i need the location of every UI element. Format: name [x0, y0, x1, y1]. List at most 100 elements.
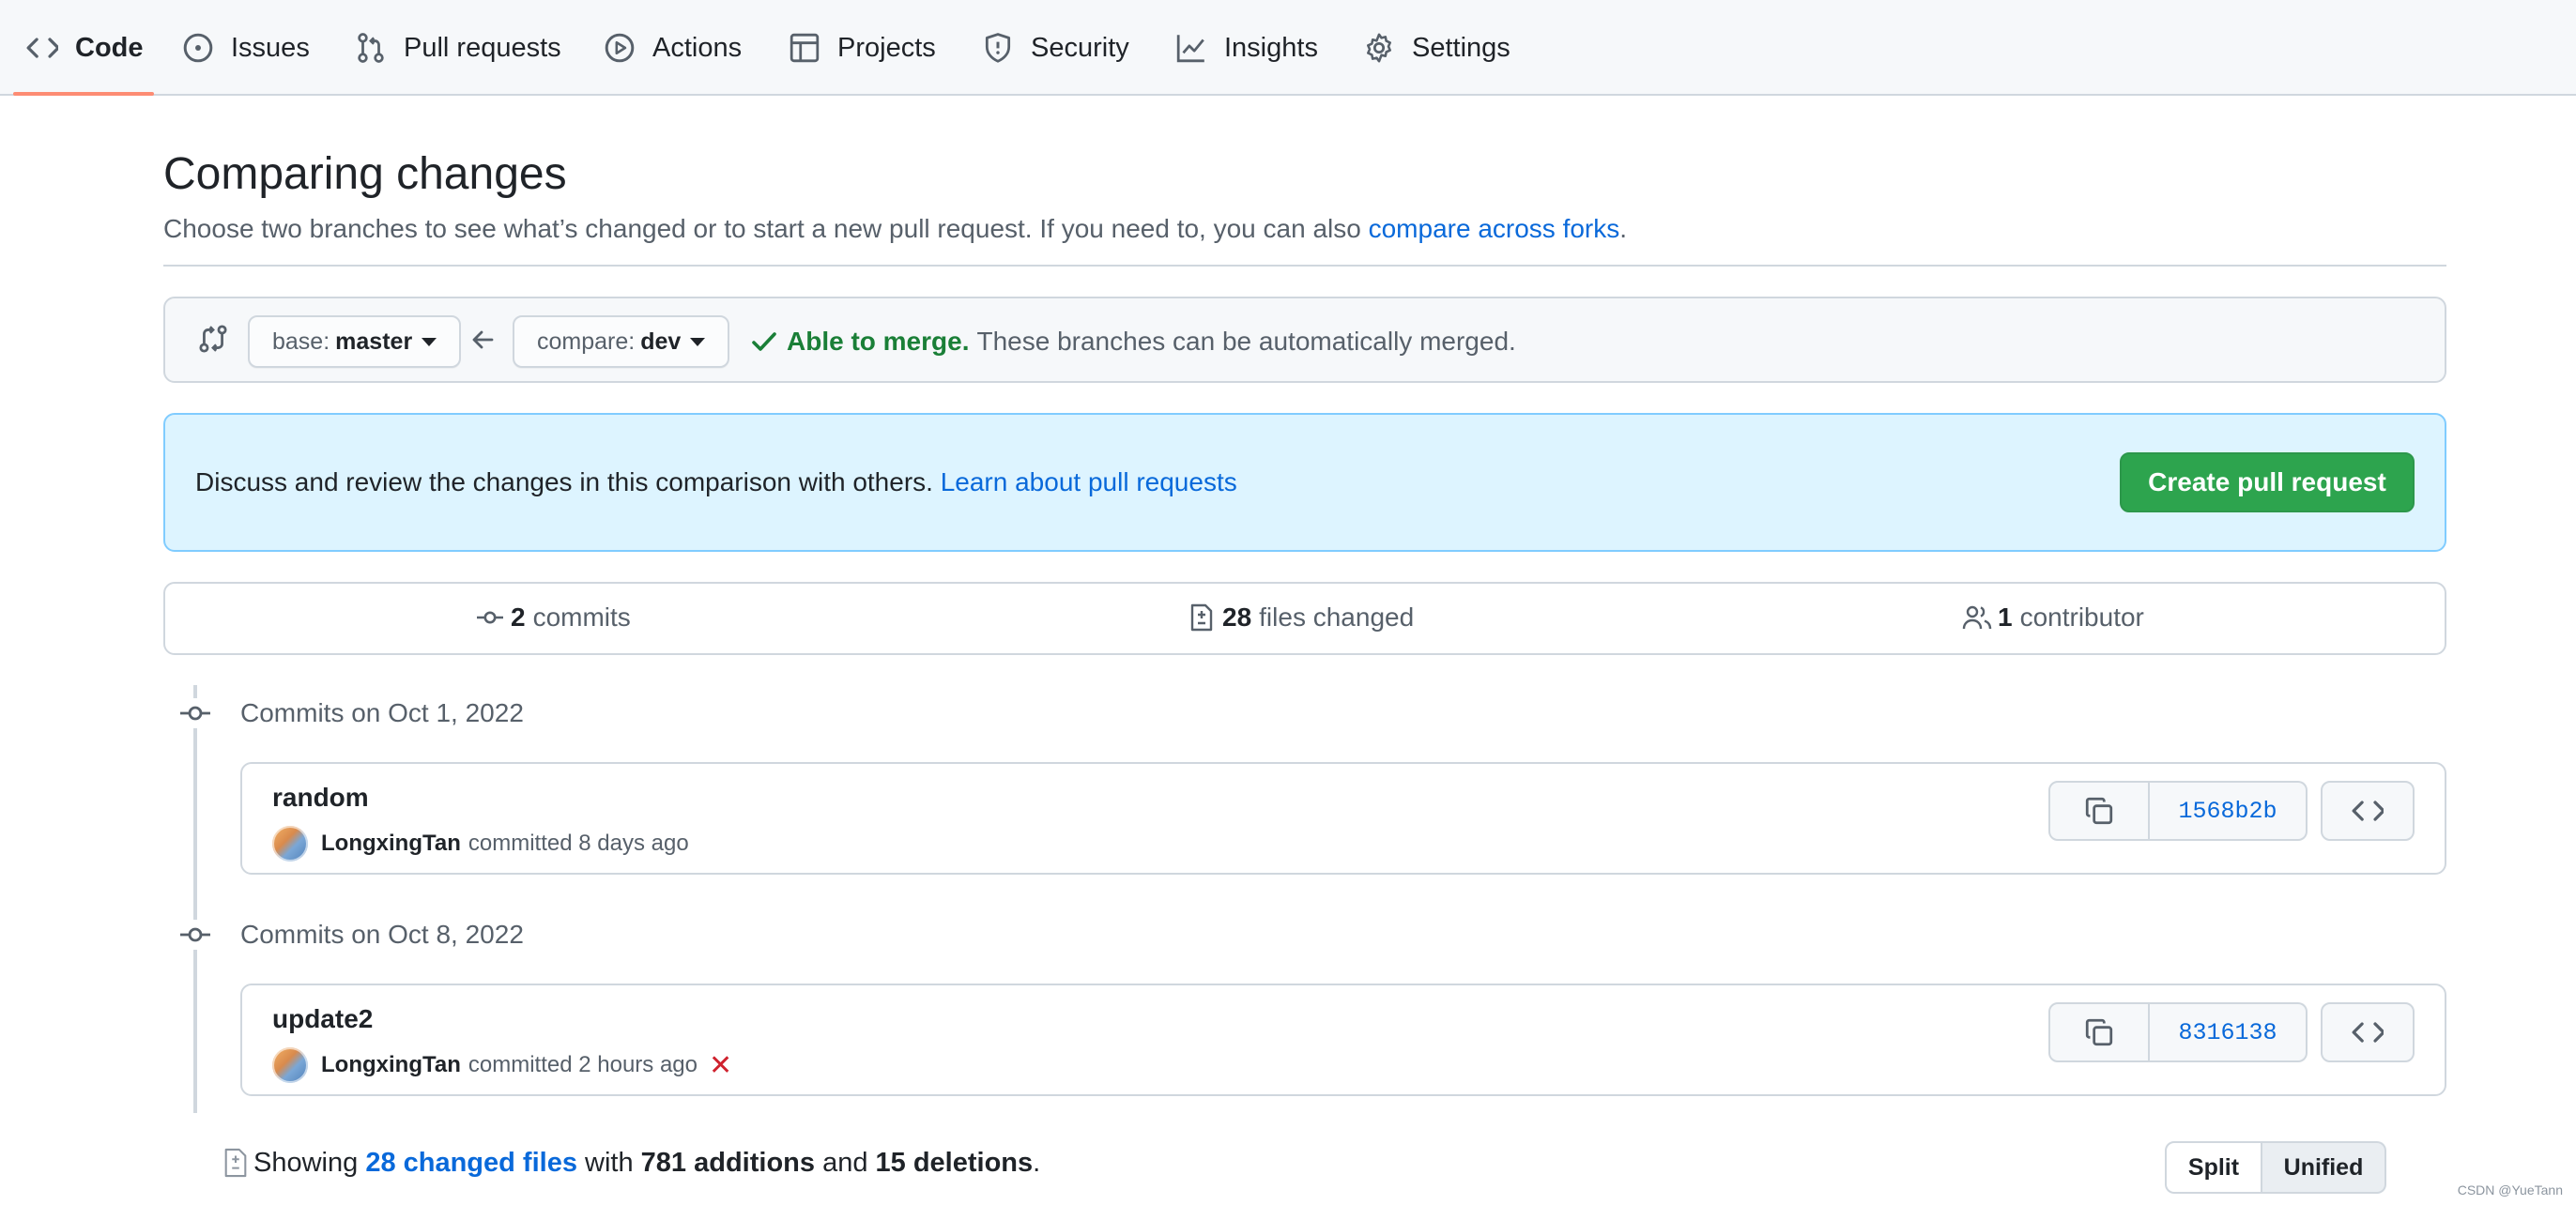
pull-request-blankslate: Discuss and review the changes in this c… — [163, 413, 2446, 552]
blankslate-text: Discuss and review the changes in this c… — [195, 467, 1237, 497]
shield-icon — [985, 33, 1011, 63]
copy-sha-button[interactable] — [2048, 1002, 2150, 1062]
contributors-label: contributor — [2019, 602, 2144, 632]
active-tab-indicator — [13, 92, 154, 96]
subtitle-text: Choose two branches to see what’s change… — [163, 214, 1369, 243]
checks-failed-x-icon[interactable]: ✕ — [709, 1049, 732, 1082]
watermark: CSDN @YueTann — [2457, 1182, 2563, 1197]
compare-across-forks-link[interactable]: compare across forks — [1369, 214, 1620, 243]
tab-issues[interactable]: Issues — [182, 0, 310, 96]
compare-branch-name: dev — [640, 328, 682, 355]
arrow-left-icon — [472, 330, 494, 349]
commit-item: update2 LongxingTan committed 2 hours ag… — [240, 984, 2446, 1096]
additions-count: 781 additions — [640, 1147, 815, 1178]
commit-meta: LongxingTan committed 2 hours ago ✕ — [272, 1047, 732, 1083]
contributors-summary[interactable]: 1 contributor — [1962, 602, 2144, 633]
git-commit-icon — [477, 611, 503, 624]
commit-time: committed 8 days ago — [468, 831, 689, 856]
file-diff-icon — [224, 1148, 247, 1178]
browse-repo-button[interactable] — [2321, 781, 2415, 841]
caret-down-icon — [690, 337, 706, 346]
copy-sha-button[interactable] — [2048, 781, 2150, 841]
tab-settings[interactable]: Settings — [1363, 0, 1510, 96]
deletions-count: 15 deletions — [875, 1147, 1034, 1178]
commit-author[interactable]: LongxingTan — [321, 831, 461, 857]
tab-label: Issues — [231, 32, 310, 63]
tab-actions[interactable]: Actions — [604, 0, 742, 96]
diff-with-label: with — [585, 1147, 634, 1178]
commits-count: 2 — [511, 602, 526, 632]
commit-time: committed 2 hours ago — [468, 1052, 698, 1077]
git-compare-icon — [199, 325, 227, 353]
avatar[interactable] — [272, 826, 308, 862]
commit-author[interactable]: LongxingTan — [321, 1052, 461, 1078]
tab-label: Security — [1031, 32, 1129, 63]
copy-icon — [2085, 797, 2113, 825]
split-view-button[interactable]: Split — [2165, 1141, 2262, 1194]
diff-view-toggle: Split Unified — [2165, 1141, 2386, 1194]
diff-showing-label: Showing — [253, 1147, 359, 1178]
commit-item: random LongxingTan committed 8 days ago … — [240, 762, 2446, 875]
diff-summary: Showing 28 changed files with 781 additi… — [222, 1147, 1040, 1179]
base-branch-name: master — [335, 328, 413, 355]
commit-group-date: Commits on Oct 8, 2022 — [240, 920, 524, 949]
table-icon — [790, 33, 820, 63]
page-subtitle: Choose two branches to see what’s change… — [163, 214, 1627, 244]
base-branch-select[interactable]: base: master — [248, 315, 462, 368]
browse-repo-button[interactable] — [2321, 1002, 2415, 1062]
code-icon — [2352, 801, 2384, 821]
tab-pull-requests[interactable]: Pull requests — [355, 0, 561, 96]
tab-label: Projects — [837, 32, 936, 63]
timeline-line — [193, 685, 197, 1113]
caret-down-icon — [422, 337, 437, 346]
tab-security[interactable]: Security — [982, 0, 1129, 96]
diff-and-label: and — [822, 1147, 868, 1178]
unified-view-button[interactable]: Unified — [2262, 1141, 2386, 1194]
divider — [163, 265, 2446, 267]
avatar[interactable] — [272, 1047, 308, 1083]
people-icon — [1962, 605, 1992, 630]
commits-summary[interactable]: 2 commits — [475, 602, 631, 633]
tab-label: Actions — [652, 32, 743, 63]
check-icon — [752, 332, 776, 351]
base-label: base: — [272, 328, 330, 355]
code-icon — [26, 38, 58, 58]
tab-label: Settings — [1412, 32, 1510, 63]
create-pull-request-button[interactable]: Create pull request — [2120, 452, 2415, 512]
tab-label: Insights — [1224, 32, 1318, 63]
commit-actions: 8316138 — [2048, 1002, 2415, 1062]
code-icon — [2352, 1022, 2384, 1043]
learn-about-pull-requests-link[interactable]: Learn about pull requests — [941, 467, 1237, 496]
merge-status-text: These branches can be automatically merg… — [976, 327, 1516, 356]
diff-period: . — [1033, 1147, 1041, 1178]
graph-icon — [1176, 35, 1204, 63]
file-diff-icon — [1190, 603, 1213, 632]
commit-title[interactable]: update2 — [272, 1004, 373, 1034]
commit-sha-link[interactable]: 8316138 — [2150, 1002, 2308, 1062]
commit-title[interactable]: random — [272, 783, 369, 813]
page-title: Comparing changes — [163, 149, 567, 199]
merge-status: Able to merge. These branches can be aut… — [749, 327, 1516, 357]
commits-label: commits — [532, 602, 631, 632]
tab-label: Code — [75, 32, 144, 63]
git-commit-icon — [180, 698, 210, 728]
subtitle-suffix: . — [1619, 214, 1628, 243]
tab-projects[interactable]: Projects — [789, 0, 936, 96]
files-changed-summary[interactable]: 28 files changed — [1187, 602, 1414, 633]
gear-icon — [1367, 33, 1391, 63]
git-pull-request-icon — [358, 33, 384, 63]
overall-summary: 2 commits 28 files changed 1 contributor — [163, 582, 2446, 655]
issue-opened-icon — [183, 33, 213, 63]
commit-meta: LongxingTan committed 8 days ago — [272, 826, 689, 862]
commit-actions: 1568b2b — [2048, 781, 2415, 841]
commit-sha-link[interactable]: 1568b2b — [2150, 781, 2308, 841]
compare-label: compare: — [537, 328, 636, 355]
merge-ok-label: Able to merge. — [787, 327, 970, 356]
compare-branch-select[interactable]: compare: dev — [513, 315, 730, 368]
contributors-count: 1 — [1998, 602, 2013, 632]
commit-group-date: Commits on Oct 1, 2022 — [240, 698, 524, 727]
files-changed-label: files changed — [1259, 602, 1415, 632]
tab-insights[interactable]: Insights — [1175, 0, 1318, 96]
changed-files-link[interactable]: 28 changed files — [365, 1148, 577, 1179]
tab-code[interactable]: Code — [26, 0, 144, 96]
